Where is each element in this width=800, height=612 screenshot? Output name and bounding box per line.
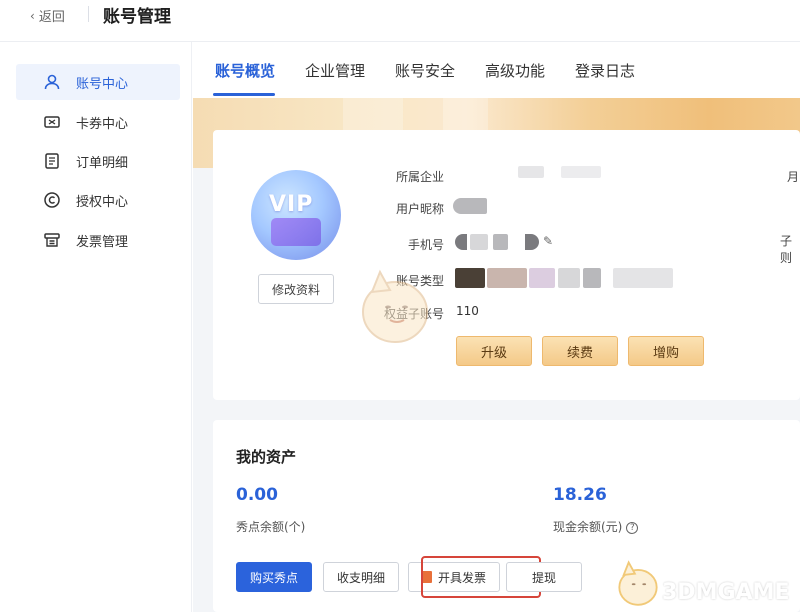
- sidebar: 账号中心 卡券中心 订单明细 授权中心 发票管理: [0, 42, 192, 612]
- main-content: 账号概览 企业管理 账号安全 高级功能 登录日志 VIP 修改资料 所属企业 用…: [193, 42, 800, 612]
- phone-value-redacted: [493, 234, 508, 250]
- phone-value-redacted: [455, 234, 467, 250]
- phone-value-redacted: [470, 234, 488, 250]
- tab-bar: 账号概览 企业管理 账号安全 高级功能 登录日志: [193, 42, 800, 98]
- sidebar-item-invoice-management[interactable]: 发票管理: [16, 222, 180, 258]
- cash-balance-label: 现金余额(元)?: [553, 518, 639, 535]
- page-title: 账号管理: [103, 7, 171, 27]
- account-type-value-redacted: [583, 268, 601, 288]
- back-label: 返回: [38, 10, 65, 25]
- cash-balance-value: 18.26: [553, 485, 607, 505]
- sidebar-item-coupon-center[interactable]: 卡券中心: [16, 104, 180, 140]
- sidebar-item-label: 发票管理: [76, 234, 129, 250]
- mascot-watermark-icon: [362, 269, 428, 343]
- sidebar-item-account-center[interactable]: 账号中心: [16, 64, 180, 100]
- chevron-left-icon: ‹: [30, 8, 35, 23]
- add-purchase-button[interactable]: 增购: [628, 336, 704, 366]
- document-icon: [42, 151, 62, 171]
- sidebar-item-label: 订单明细: [76, 155, 129, 171]
- tab-account-security[interactable]: 账号安全: [395, 60, 455, 81]
- profile-card: VIP 修改资料 所属企业 用户昵称 手机号 ✎ 账号类型 权益子账号 110 …: [213, 130, 800, 400]
- invoice-icon: [42, 230, 62, 250]
- vip-card-graphic: [271, 218, 321, 246]
- account-type-value-redacted: [558, 268, 580, 288]
- company-label: 所属企业: [395, 170, 444, 184]
- renew-button[interactable]: 续费: [542, 336, 618, 366]
- vip-badge-text: VIP: [269, 192, 314, 217]
- user-icon: [42, 72, 62, 92]
- sidebar-item-label: 授权中心: [76, 194, 129, 210]
- account-type-badge-redacted: [455, 268, 485, 288]
- cash-balance-label-text: 现金余额(元): [553, 520, 623, 534]
- watermark-text: 3DMGAME: [662, 580, 790, 605]
- account-type-value-redacted: [613, 268, 673, 288]
- points-balance-label: 秀点余额(个): [236, 520, 306, 534]
- right-field-label: 子则: [780, 234, 793, 265]
- company-value-redacted: [518, 166, 544, 178]
- sub-accounts-value: 110: [456, 304, 479, 318]
- mascot-logo-icon: [618, 560, 658, 606]
- back-button[interactable]: ‹ 返回: [30, 6, 65, 26]
- withdraw-button[interactable]: 提现: [506, 562, 582, 592]
- tab-login-log[interactable]: 登录日志: [575, 60, 635, 81]
- top-bar: ‹ 返回 账号管理: [0, 0, 800, 42]
- right-field-label: 月: [787, 170, 800, 184]
- sidebar-item-label: 账号中心: [76, 76, 129, 92]
- divider: [88, 6, 89, 22]
- sidebar-item-label: 卡券中心: [76, 116, 129, 132]
- assets-title: 我的资产: [236, 448, 297, 466]
- upgrade-button[interactable]: 升级: [456, 336, 532, 366]
- phone-label: 手机号: [407, 238, 444, 252]
- company-value-redacted: [561, 166, 601, 178]
- copyright-icon: [42, 190, 62, 210]
- edit-profile-button[interactable]: 修改资料: [258, 274, 334, 304]
- nickname-value-redacted: [453, 198, 487, 214]
- points-balance-value: 0.00: [236, 485, 278, 505]
- edit-phone-icon[interactable]: ✎: [543, 234, 553, 248]
- phone-value-redacted: [525, 234, 539, 250]
- account-type-value-redacted: [529, 268, 555, 288]
- tab-enterprise-management[interactable]: 企业管理: [305, 60, 365, 81]
- account-type-value-redacted: [487, 268, 527, 288]
- vip-avatar: VIP: [251, 170, 341, 260]
- tab-advanced-features[interactable]: 高级功能: [485, 60, 545, 81]
- help-icon[interactable]: ?: [626, 521, 639, 534]
- tab-account-overview[interactable]: 账号概览: [215, 60, 275, 81]
- nickname-label: 用户昵称: [395, 202, 444, 216]
- sidebar-item-order-details[interactable]: 订单明细: [16, 143, 180, 179]
- sidebar-item-authorization[interactable]: 授权中心: [16, 182, 180, 218]
- buy-points-button[interactable]: 购买秀点: [236, 562, 312, 592]
- statement-button[interactable]: 收支明细: [323, 562, 399, 592]
- ticket-icon: [42, 112, 62, 132]
- active-tab-indicator: [213, 93, 275, 96]
